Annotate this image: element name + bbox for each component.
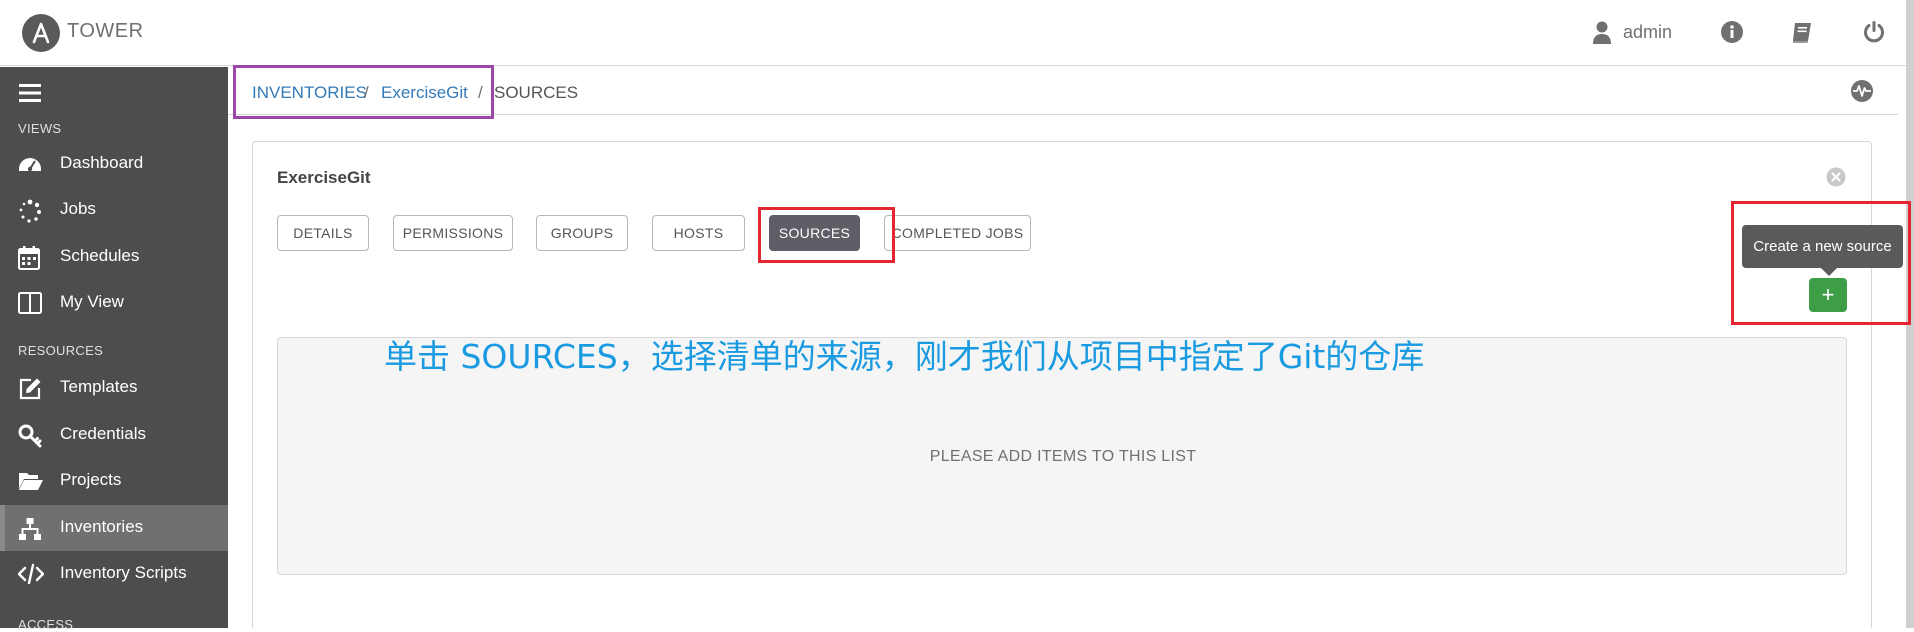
sidebar-item-label: Jobs — [60, 199, 96, 218]
section-label-views: VIEWS — [18, 121, 62, 136]
sidebar-item-label: Schedules — [60, 246, 140, 265]
logout-power-icon[interactable] — [1862, 20, 1886, 49]
tab-completed-jobs[interactable]: COMPLETED JOBS — [884, 215, 1031, 251]
sidebar-item-label: Inventory Scripts — [60, 563, 187, 582]
dashboard-icon — [18, 153, 42, 180]
sidebar-item-projects[interactable]: Projects — [0, 458, 228, 504]
sidebar-item-label: My View — [60, 292, 124, 311]
sidebar-item-dashboard[interactable]: Dashboard — [0, 141, 228, 187]
tab-details[interactable]: DETAILS — [277, 215, 369, 251]
breadcrumb-current: SOURCES — [494, 83, 579, 102]
add-button-highlight-box — [1731, 201, 1911, 325]
sitemap-icon — [18, 517, 42, 546]
section-label-resources: RESOURCES — [18, 343, 104, 358]
documentation-book-icon[interactable] — [1790, 21, 1814, 50]
key-icon — [18, 424, 42, 453]
tab-hosts[interactable]: HOSTS — [652, 215, 745, 251]
username-link[interactable]: admin — [1623, 22, 1672, 43]
sidebar: VIEWS Dashboard Jobs Schedules My View R… — [0, 67, 228, 632]
sidebar-item-label: Projects — [60, 470, 122, 489]
tutorial-annotation: 单击 SOURCES，选择清单的来源，刚才我们从项目中指定了Git的仓库 — [384, 337, 1425, 376]
tab-permissions[interactable]: PERMISSIONS — [393, 215, 513, 251]
sidebar-item-label: Templates — [60, 377, 138, 396]
edit-icon — [18, 377, 42, 406]
empty-list-message: PLEASE ADD ITEMS TO THIS LIST — [929, 448, 1197, 465]
sidebar-item-label: Dashboard — [60, 153, 144, 172]
breadcrumb-highlight-box — [233, 65, 494, 119]
sidebar-item-jobs[interactable]: Jobs — [0, 187, 228, 233]
sidebar-item-my-view[interactable]: My View — [0, 280, 228, 326]
sidebar-item-inventory-scripts[interactable]: Inventory Scripts — [0, 551, 228, 597]
columns-icon — [18, 292, 42, 319]
sidebar-item-inventories[interactable]: Inventories — [0, 505, 228, 551]
section-label-access: ACCESS — [18, 617, 74, 632]
sidebar-item-credentials[interactable]: Credentials — [0, 412, 228, 458]
spinner-icon — [18, 199, 42, 228]
sidebar-item-templates[interactable]: Templates — [0, 365, 228, 411]
sidebar-item-schedules[interactable]: Schedules — [0, 234, 228, 280]
tab-groups[interactable]: GROUPS — [536, 215, 628, 251]
sources-tab-highlight-box — [758, 207, 895, 263]
menu-toggle-icon[interactable] — [19, 83, 41, 108]
brand-name: TOWER — [67, 20, 144, 42]
close-icon[interactable] — [1826, 167, 1846, 192]
sidebar-item-label: Inventories — [60, 517, 144, 536]
activity-stream-icon[interactable] — [1850, 79, 1874, 108]
panel-title: ExerciseGit — [277, 168, 371, 187]
info-icon[interactable] — [1720, 20, 1744, 49]
tower-logo-icon[interactable] — [22, 14, 60, 52]
user-icon[interactable] — [1592, 21, 1612, 50]
calendar-icon — [18, 246, 40, 275]
sidebar-item-label: Credentials — [60, 424, 146, 443]
top-header: TOWER admin — [0, 0, 1914, 66]
code-icon — [17, 563, 45, 590]
folder-open-icon — [18, 470, 44, 497]
